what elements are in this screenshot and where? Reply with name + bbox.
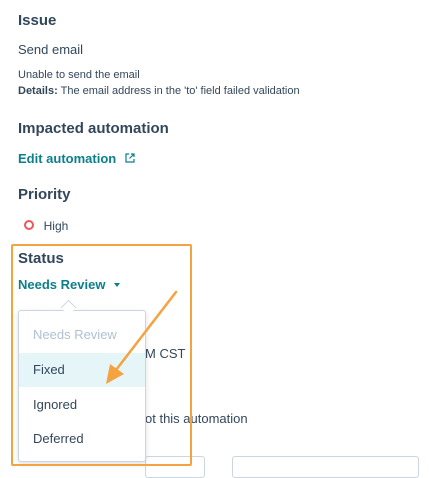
priority-value: High: [24, 218, 68, 233]
bottom-button-left[interactable]: [145, 456, 205, 478]
details-text: The email address in the 'to' field fail…: [60, 85, 300, 97]
option-needs-review: Needs Review: [33, 327, 117, 342]
status-heading: Status: [18, 250, 64, 267]
issue-details: Details: The email address in the 'to' f…: [18, 85, 300, 97]
timestamp-fragment: M CST: [145, 346, 186, 361]
priority-label: High: [43, 219, 69, 233]
status-dropdown-menu: Needs Review Fixed Ignored Deferred: [18, 310, 146, 462]
option-deferred[interactable]: Deferred: [19, 422, 145, 456]
issue-error: Unable to send the email: [18, 69, 140, 81]
external-link-icon: [125, 150, 135, 168]
option-fixed[interactable]: Fixed: [19, 353, 145, 387]
issue-heading: Issue: [18, 12, 57, 29]
option-ignored[interactable]: Ignored: [19, 388, 145, 422]
bottom-button-right[interactable]: [232, 456, 419, 478]
details-label: Details:: [18, 85, 58, 97]
status-dropdown-toggle[interactable]: Needs Review: [18, 276, 120, 294]
edit-automation-label: Edit automation: [18, 151, 117, 167]
issue-action: Send email: [18, 42, 84, 57]
caret-down-icon: [113, 282, 120, 287]
automation-fragment: ot this automation: [145, 411, 248, 426]
priority-high-icon: [24, 220, 34, 230]
edit-automation-link[interactable]: Edit automation: [18, 150, 135, 168]
status-current: Needs Review: [18, 277, 106, 292]
automation-heading: Impacted automation: [18, 120, 169, 137]
priority-heading: Priority: [18, 186, 71, 203]
